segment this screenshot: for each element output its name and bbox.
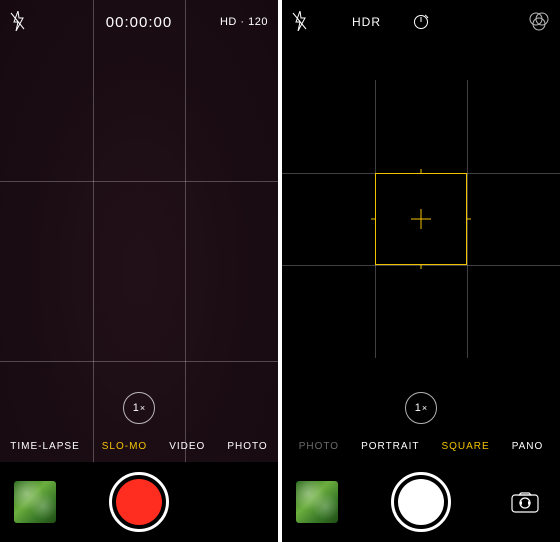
zoom-x: × [422, 403, 427, 413]
mode-selector[interactable]: TIME-LAPSE SLO-MO VIDEO PHOTO [0, 432, 278, 460]
focus-indicator[interactable] [375, 173, 468, 266]
camera-screen-square: HDR 1× PHOTO PORTRAIT SQUARE PANO [282, 0, 560, 542]
focus-crosshair-icon [411, 209, 431, 229]
zoom-value: 1 [133, 402, 139, 414]
bottom-bar [0, 462, 278, 542]
mode-photo[interactable]: PHOTO [299, 441, 339, 452]
bottom-right-spacer [222, 481, 264, 523]
mode-selector[interactable]: PHOTO PORTRAIT SQUARE PANO [282, 432, 560, 460]
composition-grid [0, 0, 278, 542]
viewfinder[interactable] [0, 0, 278, 542]
camera-flip-button[interactable] [504, 481, 546, 523]
shutter-inner [116, 479, 162, 525]
mode-pano[interactable]: PANO [512, 441, 544, 452]
shutter-inner [398, 479, 444, 525]
flash-off-icon[interactable] [292, 11, 308, 34]
top-bar: HDR [282, 0, 560, 44]
mode-portrait[interactable]: PORTRAIT [361, 441, 419, 452]
camera-screen-slomo: 00:00:00 HD · 120 1× TIME-LAPSE SLO-MO V… [0, 0, 278, 542]
viewfinder[interactable] [282, 0, 560, 542]
zoom-x: × [140, 403, 145, 413]
top-bar: 00:00:00 HD · 120 [0, 0, 278, 44]
mode-slo-mo[interactable]: SLO-MO [102, 441, 147, 452]
hdr-button[interactable]: HDR [352, 15, 381, 29]
shutter-button[interactable] [109, 472, 169, 532]
camera-flip-icon [510, 490, 540, 514]
zoom-button[interactable]: 1× [405, 392, 437, 424]
last-photo-thumbnail[interactable] [296, 481, 338, 523]
mode-photo[interactable]: PHOTO [227, 441, 267, 452]
last-photo-thumbnail[interactable] [14, 481, 56, 523]
mode-square[interactable]: SQUARE [441, 441, 489, 452]
video-quality[interactable]: HD · 120 [220, 16, 268, 28]
zoom-value: 1 [415, 402, 421, 414]
mode-time-lapse[interactable]: TIME-LAPSE [10, 441, 79, 452]
timer-icon[interactable] [412, 12, 430, 33]
square-viewfinder [282, 80, 560, 358]
bottom-bar [282, 462, 560, 542]
zoom-button[interactable]: 1× [123, 392, 155, 424]
shutter-button[interactable] [391, 472, 451, 532]
mode-video[interactable]: VIDEO [169, 441, 205, 452]
filters-icon[interactable] [528, 10, 550, 35]
